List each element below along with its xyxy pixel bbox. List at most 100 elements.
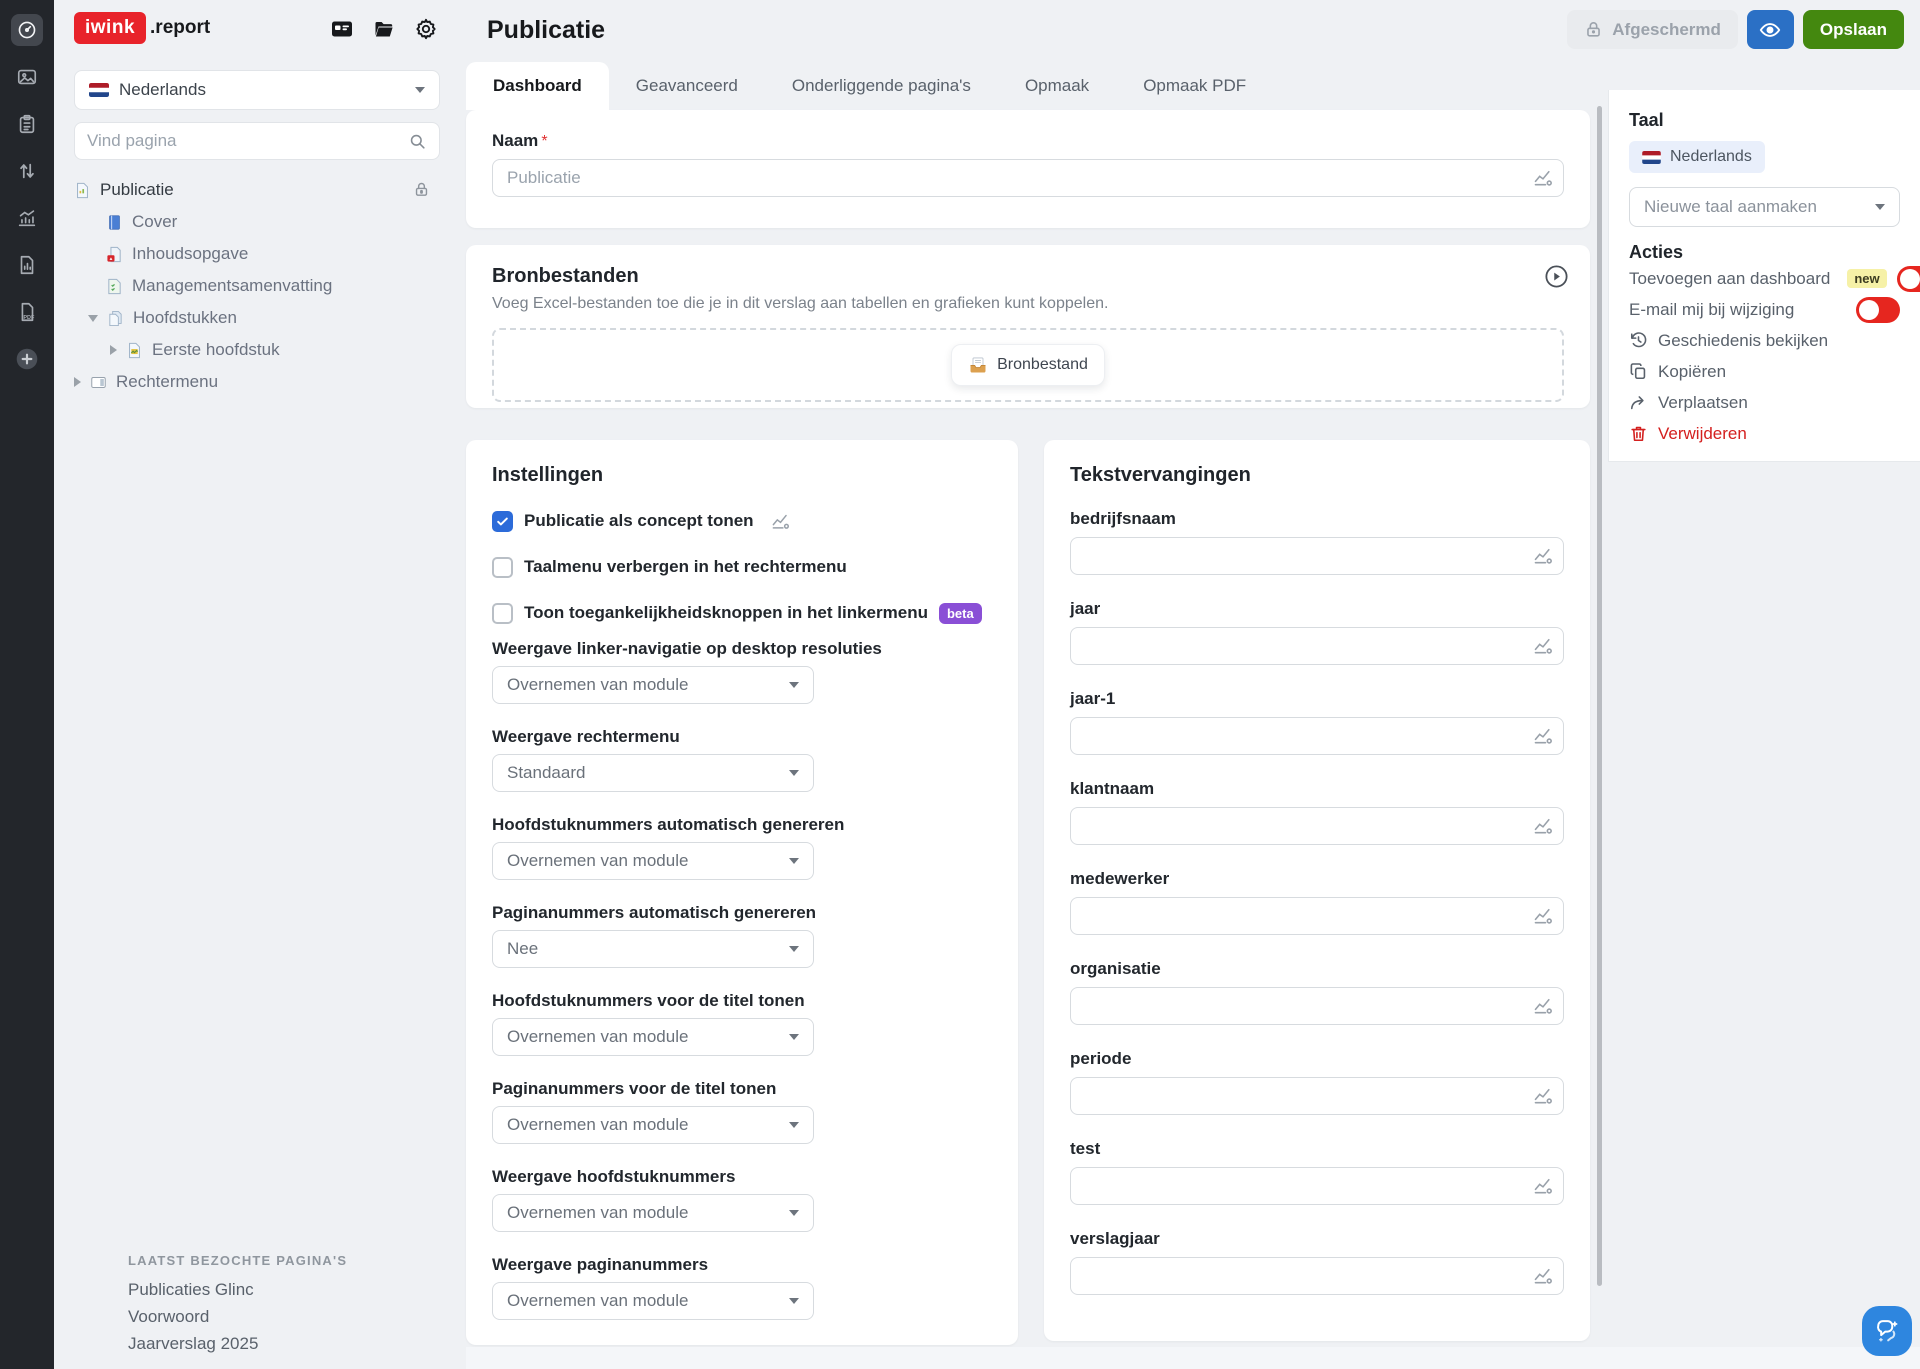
select-label: Weergave hoofdstuknummers [492,1167,992,1187]
recent-page-link[interactable]: Voorwoord [128,1303,347,1330]
recent-page-link[interactable]: Publicaties Glinc [128,1276,347,1303]
insert-variable-icon[interactable] [1533,168,1553,188]
add-page-icon[interactable] [11,343,43,375]
expander-closed-icon[interactable] [110,345,117,355]
action-verplaatsen[interactable]: Verplaatsen [1629,387,1900,418]
tab-geavanceerd[interactable]: Geavanceerd [609,62,765,110]
search-input[interactable] [87,131,408,151]
tekstvervanging-input-test[interactable] [1070,1167,1564,1205]
new-language-select[interactable]: Nieuwe taal aanmaken [1629,187,1900,227]
tekstvervanging-input-jaar[interactable] [1070,627,1564,665]
select-hoofdstuknummers-genereren[interactable]: Overnemen van module [492,842,814,880]
save-button[interactable]: Opslaan [1803,10,1904,49]
insert-variable-icon[interactable] [1533,726,1553,746]
dashboard-toggle[interactable] [1897,266,1920,292]
tekstvervanging-input-klantnaam[interactable] [1070,807,1564,845]
checkbox-unchecked-icon[interactable] [492,603,513,624]
language-selector[interactable]: Nederlands [74,70,440,110]
chat-button[interactable] [1862,1306,1912,1356]
tekstvervanging-input-verslagjaar[interactable] [1070,1257,1564,1295]
tekstvervanging-input-periode[interactable] [1070,1077,1564,1115]
select-weergave-rechtermenu[interactable]: Standaard [492,754,814,792]
bronbestand-button[interactable]: Bronbestand [951,344,1105,386]
current-language-chip[interactable]: Nederlands [1629,141,1765,173]
tree-item-eerste-hoofdstuk[interactable]: Eerste hoofdstuk [74,334,440,366]
insert-variable-icon[interactable] [1533,906,1553,926]
naam-input[interactable] [492,159,1564,197]
search-icon[interactable] [408,132,427,151]
tab-opmaak[interactable]: Opmaak [998,62,1116,110]
insert-variable-icon[interactable] [1533,816,1553,836]
transfer-icon[interactable] [11,155,43,187]
select-weergave-paginanummers[interactable]: Overnemen van module [492,1282,814,1320]
bronbestanden-description: Voeg Excel-bestanden toe die je in dit v… [492,295,1564,313]
tekstvervangingen-title: Tekstvervangingen [1070,464,1564,487]
insert-variable-icon[interactable] [1533,1086,1553,1106]
afgeschermd-button[interactable]: Afgeschermd [1567,10,1738,49]
select-group: Paginanummers voor de titel tonen Overne… [492,1079,992,1144]
report-document-icon[interactable] [11,249,43,281]
tree-item-inhoudsopgave[interactable]: Inhoudsopgave [74,238,440,270]
tekstvervanging-input-organisatie[interactable] [1070,987,1564,1025]
tree-item-cover[interactable]: Cover [74,206,440,238]
media-icon[interactable] [11,61,43,93]
action-kopieren[interactable]: Kopiëren [1629,356,1900,387]
action-label: Toevoegen aan dashboard [1629,269,1830,289]
tree-item-hoofdstukken[interactable]: Hoofdstukken [74,302,440,334]
play-help-icon[interactable] [1543,263,1570,290]
checkbox-toegankelijkheidsknoppen[interactable]: Toon toegankelijkheidsknoppen in het lin… [492,601,992,625]
tree-item-rechtermenu[interactable]: Rechtermenu [74,366,440,398]
recent-pages-heading: LAATST BEZOCHTE PAGINA'S [128,1253,347,1268]
checkbox-taalmenu-verbergen[interactable]: Taalmenu verbergen in het rechtermenu [492,555,992,579]
tekstvervanging-input-medewerker[interactable] [1070,897,1564,935]
dashboard-icon[interactable] [11,14,43,46]
select-paginanummers-genereren[interactable]: Nee [492,930,814,968]
chevron-down-icon [1875,204,1885,210]
tab-opmaak-pdf[interactable]: Opmaak PDF [1116,62,1273,110]
tekstvervanging-input-jaar-1[interactable] [1070,717,1564,755]
clipboard-icon[interactable] [11,108,43,140]
preview-button[interactable] [1747,10,1794,49]
page-chart-icon [74,182,91,199]
expander-closed-icon[interactable] [74,377,81,387]
email-toggle[interactable] [1856,297,1900,323]
select-hoofdstuknummers-titel[interactable]: Overnemen van module [492,1018,814,1056]
chevron-down-icon [789,1210,799,1216]
chevron-down-icon [789,858,799,864]
insert-variable-icon[interactable] [1533,636,1553,656]
analytics-icon[interactable] [11,202,43,234]
bronbestand-dropzone[interactable]: Bronbestand [492,328,1564,402]
checkbox-unchecked-icon[interactable] [492,557,513,578]
select-paginanummers-titel[interactable]: Overnemen van module [492,1106,814,1144]
insert-variable-icon[interactable] [1533,996,1553,1016]
vertical-scrollbar[interactable] [1597,106,1602,1286]
select-group: Weergave paginanummers Overnemen van mod… [492,1255,992,1320]
tree-item-managementsamenvatting[interactable]: Managementsamenvatting [74,270,440,302]
expander-open-icon[interactable] [88,315,98,322]
pdf-file-icon[interactable]: PDF [11,296,43,328]
select-value: Overnemen van module [507,1291,688,1311]
select-weergave-hoofdstuknummers[interactable]: Overnemen van module [492,1194,814,1232]
svg-text:PDF: PDF [23,315,35,321]
tab-onderliggende-paginas[interactable]: Onderliggende pagina's [765,62,998,110]
chevron-down-icon [415,87,425,93]
action-geschiedenis-bekijken[interactable]: Geschiedenis bekijken [1629,325,1900,356]
insert-variable-icon[interactable] [1533,1176,1553,1196]
recent-page-link[interactable]: Jaarverslag 2025 [128,1330,347,1357]
tekstvervanging-field: jaar [1070,599,1564,665]
checkbox-checked-icon[interactable] [492,511,513,532]
tekstvervanging-input-bedrijfsnaam[interactable] [1070,537,1564,575]
insert-variable-icon[interactable] [771,512,790,531]
tab-dashboard[interactable]: Dashboard [466,62,609,110]
insert-variable-icon[interactable] [1533,1266,1553,1286]
tekstvervanging-field: jaar-1 [1070,689,1564,755]
select-value: Overnemen van module [507,675,688,695]
required-marker: * [541,133,547,150]
tree-item-label: Inhoudsopgave [132,244,248,264]
checkbox-publicatie-als-concept[interactable]: Publicatie als concept tonen [492,509,992,533]
insert-variable-icon[interactable] [1533,546,1553,566]
tree-item-publicatie[interactable]: Publicatie [74,174,440,206]
chevron-down-icon [789,946,799,952]
select-weergave-linker-navigatie[interactable]: Overnemen van module [492,666,814,704]
action-verwijderen[interactable]: Verwijderen [1629,418,1900,449]
